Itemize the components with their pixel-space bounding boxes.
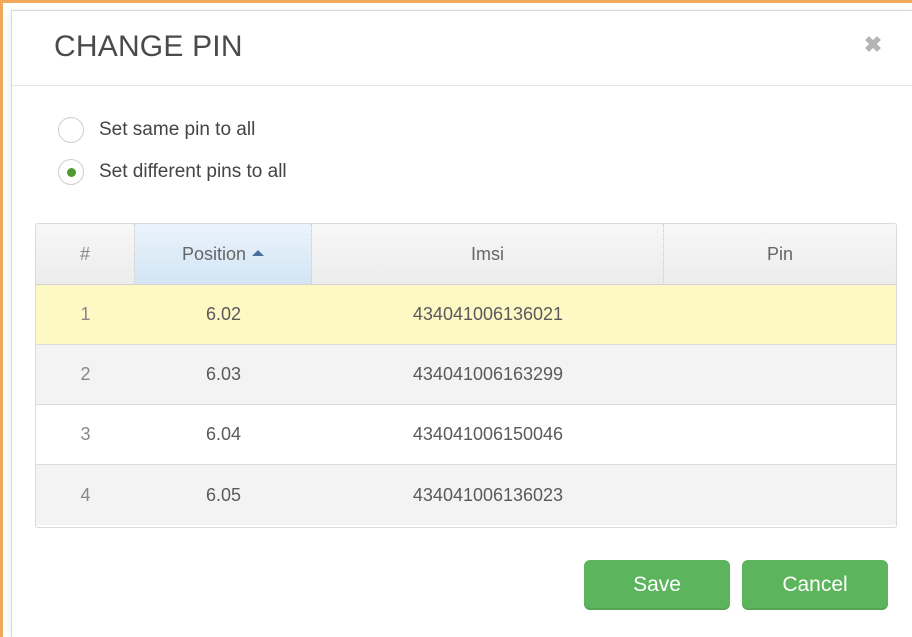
window-border-left bbox=[0, 0, 3, 637]
table-row[interactable]: 3 6.04 434041006150046 bbox=[36, 405, 896, 465]
cell-imsi: 434041006163299 bbox=[412, 364, 564, 384]
window-border-top bbox=[0, 0, 912, 3]
cell-position: 6.02 bbox=[205, 304, 242, 324]
column-header-imsi[interactable]: Imsi bbox=[312, 224, 664, 284]
table-row[interactable]: 4 6.05 434041006136023 bbox=[36, 465, 896, 525]
cell-imsi: 434041006136021 bbox=[412, 304, 564, 324]
cell-pin[interactable] bbox=[664, 285, 896, 344]
cell-position: 6.03 bbox=[205, 364, 242, 384]
radio-different-pins[interactable] bbox=[58, 159, 84, 185]
cell-pin[interactable] bbox=[664, 345, 896, 404]
cell-position: 6.05 bbox=[205, 484, 242, 505]
cell-imsi: 434041006150046 bbox=[412, 424, 564, 444]
option-same-pin-label: Set same pin to all bbox=[99, 119, 256, 140]
sort-ascending-icon bbox=[252, 250, 265, 256]
cell-number: 1 bbox=[80, 304, 91, 324]
dialog-header: CHANGE PIN ✖ bbox=[12, 11, 912, 86]
cell-number: 4 bbox=[80, 484, 91, 505]
table-header: # Position Imsi Pin bbox=[36, 224, 896, 285]
radio-same-pin[interactable] bbox=[58, 117, 84, 143]
column-header-number[interactable]: # bbox=[36, 224, 135, 284]
cell-position: 6.04 bbox=[205, 424, 242, 444]
column-header-pin-label: Pin bbox=[766, 243, 793, 264]
table-row[interactable]: 2 6.03 434041006163299 bbox=[36, 345, 896, 405]
cell-number: 3 bbox=[80, 424, 91, 444]
column-header-position[interactable]: Position bbox=[135, 224, 312, 284]
option-same-pin[interactable]: Set same pin to all bbox=[58, 115, 255, 145]
column-header-number-label: # bbox=[79, 243, 90, 264]
column-header-position-label: Position bbox=[181, 243, 247, 264]
change-pin-dialog: CHANGE PIN ✖ Set same pin to all Set dif… bbox=[11, 10, 912, 637]
screen: CHANGE PIN ✖ Set same pin to all Set dif… bbox=[0, 0, 912, 637]
close-icon[interactable]: ✖ bbox=[863, 31, 883, 59]
cell-number: 2 bbox=[80, 364, 91, 384]
cell-pin[interactable] bbox=[664, 465, 896, 525]
column-header-pin[interactable]: Pin bbox=[664, 224, 896, 284]
cell-pin[interactable] bbox=[664, 405, 896, 464]
pin-table: # Position Imsi Pin 1 6.02 4340410061360… bbox=[35, 223, 897, 528]
option-different-pins-label: Set different pins to all bbox=[99, 161, 287, 182]
save-button[interactable]: Save bbox=[584, 560, 730, 610]
cell-imsi: 434041006136023 bbox=[412, 484, 564, 505]
column-header-imsi-label: Imsi bbox=[471, 243, 504, 264]
dialog-title: CHANGE PIN bbox=[54, 30, 243, 63]
option-different-pins[interactable]: Set different pins to all bbox=[58, 157, 287, 187]
cancel-button[interactable]: Cancel bbox=[742, 560, 888, 610]
table-row[interactable]: 1 6.02 434041006136021 bbox=[36, 285, 896, 345]
